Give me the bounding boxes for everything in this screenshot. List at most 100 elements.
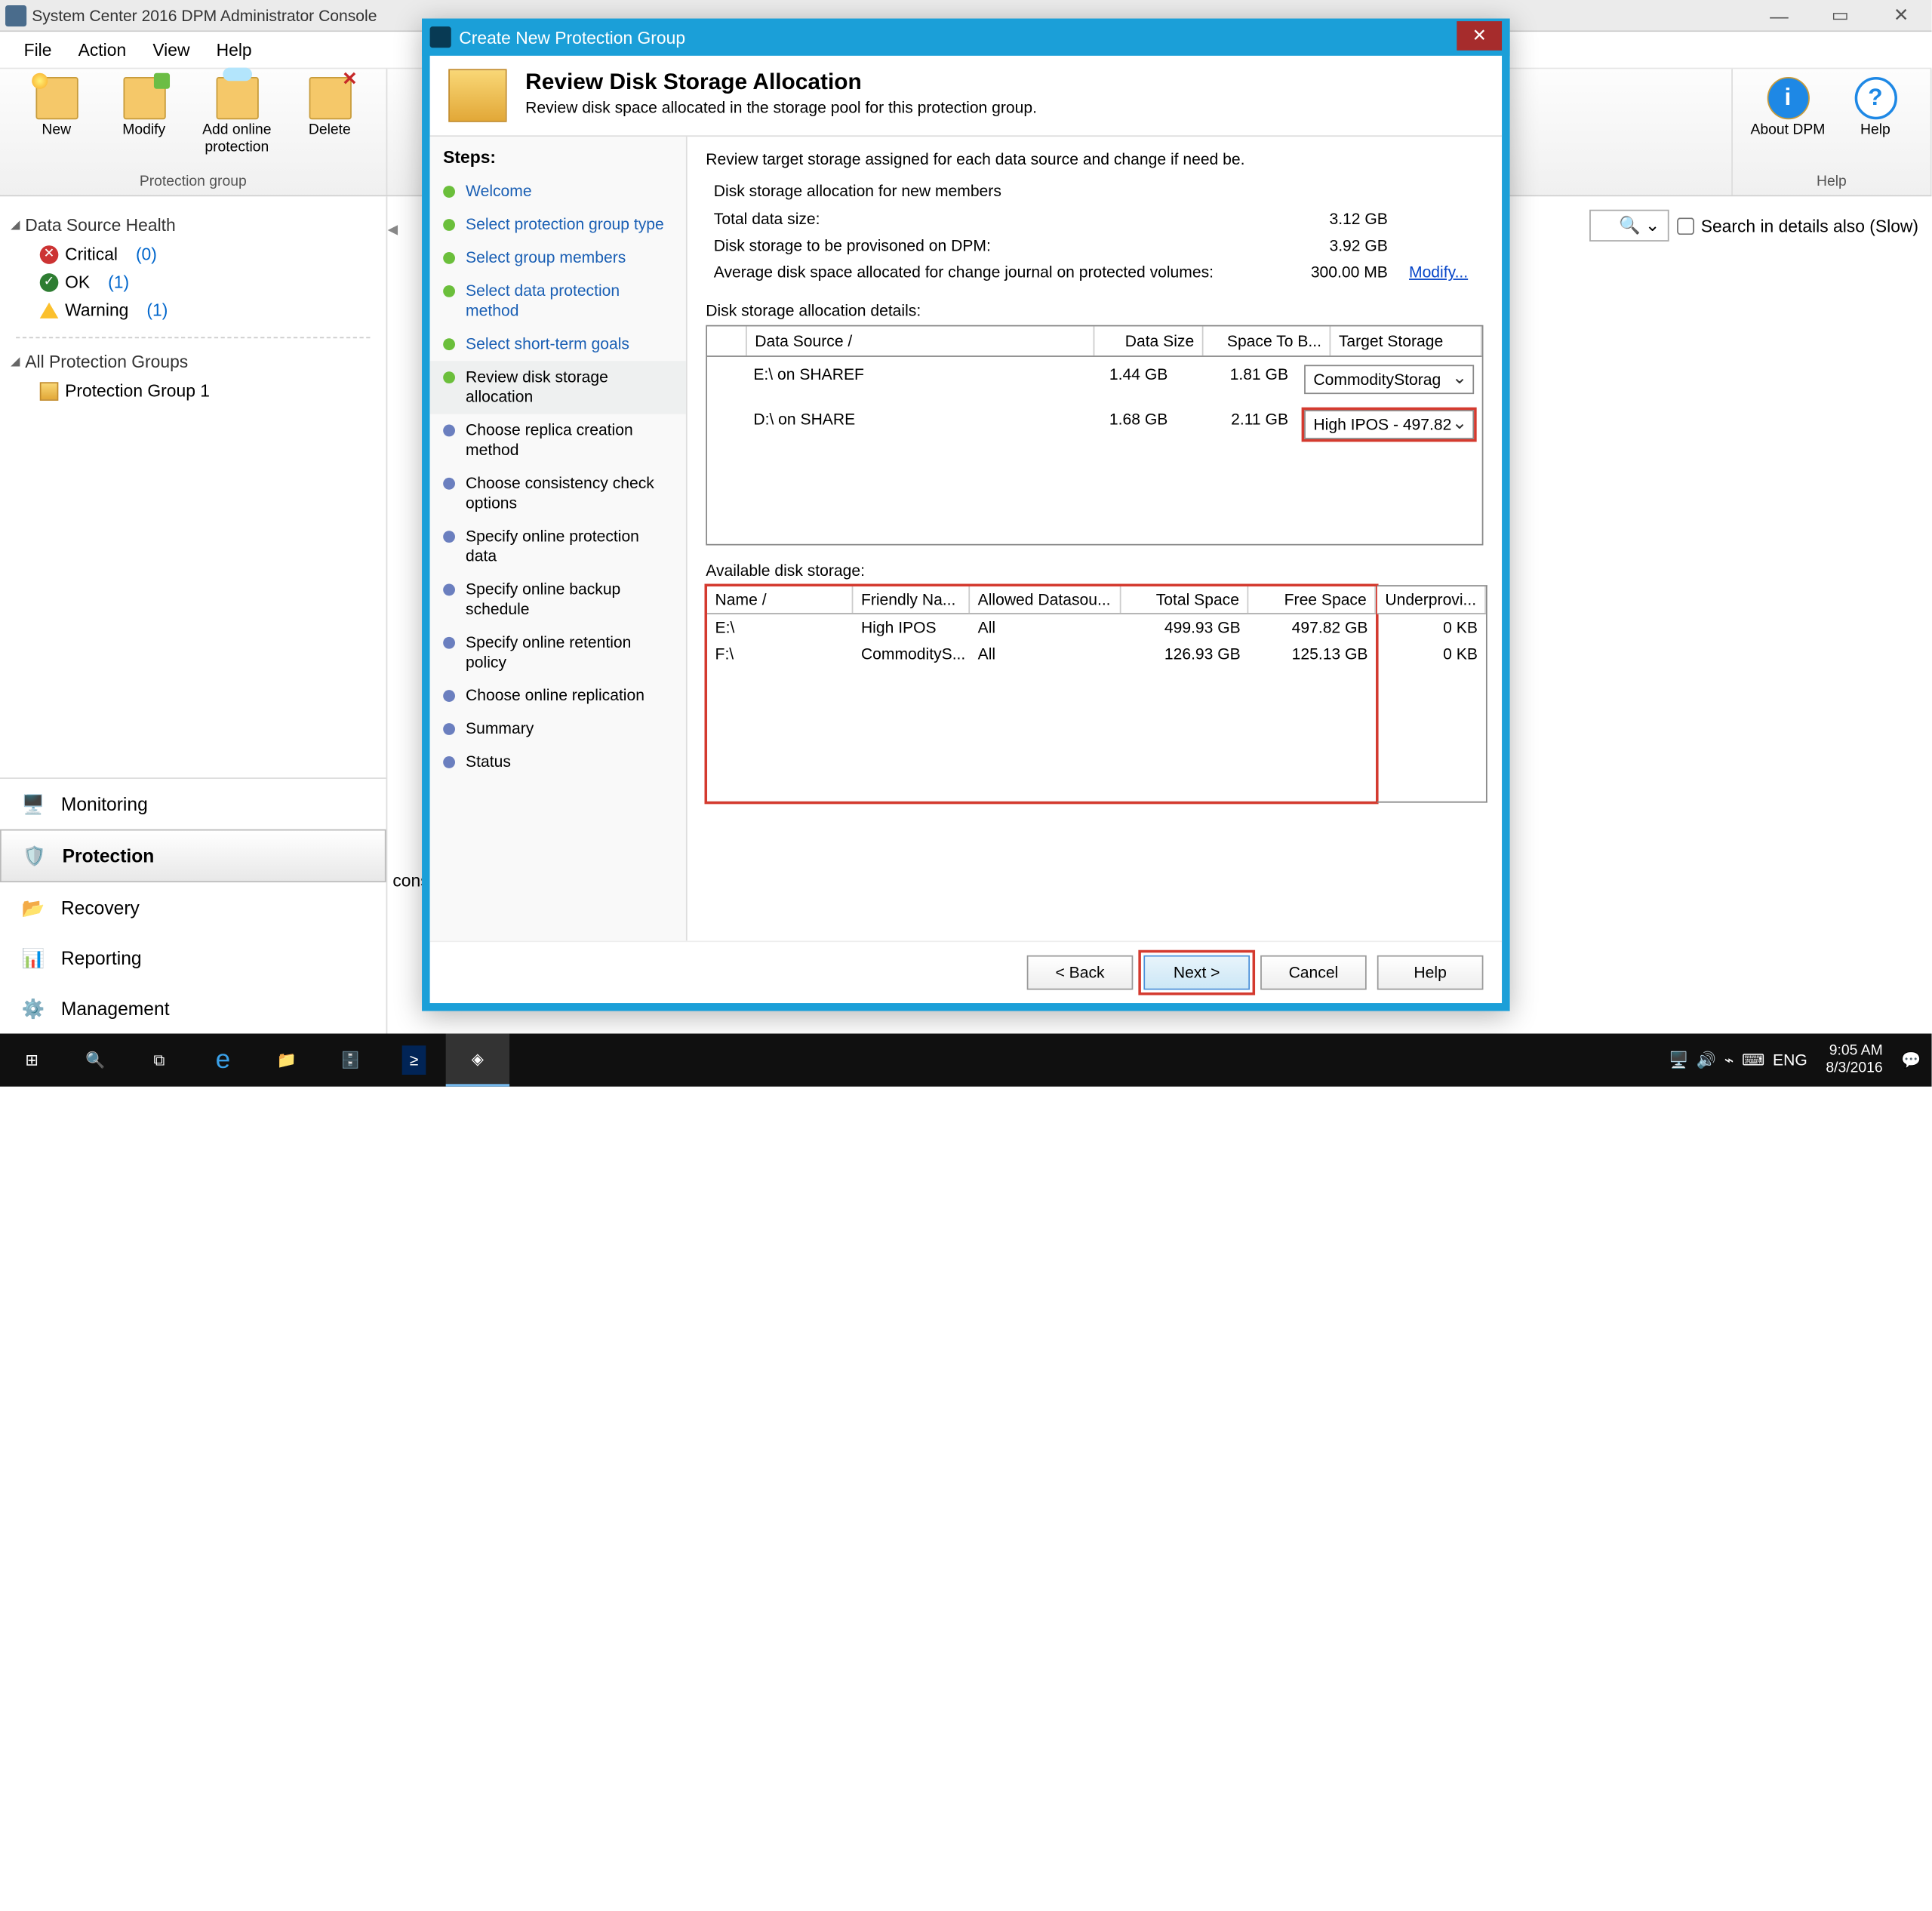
dialog-icon: [430, 26, 451, 48]
nav-management[interactable]: ⚙️Management: [0, 983, 386, 1034]
toolbar-modify[interactable]: Modify: [100, 77, 188, 140]
ie-taskbar-icon[interactable]: e: [191, 1033, 254, 1086]
dialog-close-button[interactable]: ✕: [1457, 21, 1502, 51]
next-button[interactable]: Next >: [1143, 956, 1250, 990]
toolbar-about[interactable]: iAbout DPM: [1744, 77, 1832, 140]
health-warning[interactable]: Warning (1): [11, 296, 375, 324]
col-space-to-be[interactable]: Space To B...: [1204, 326, 1331, 355]
step-protection-method[interactable]: Select data protection method: [430, 275, 686, 328]
disk-provisioned-label: Disk storage to be provisoned on DPM:: [714, 236, 1284, 255]
cancel-button[interactable]: Cancel: [1260, 956, 1367, 990]
dialog-heading: Review Disk Storage Allocation: [525, 69, 1037, 95]
folder-icon: [448, 69, 506, 122]
storage-row[interactable]: E:\ High IPOS All 499.93 GB 497.82 GB: [707, 614, 1376, 641]
maximize-button[interactable]: ▭: [1810, 0, 1871, 31]
target-storage-select[interactable]: High IPOS - 497.82: [1304, 410, 1474, 439]
server-manager-taskbar-icon[interactable]: 🗄️: [318, 1033, 382, 1086]
app-icon: [5, 5, 26, 26]
toolbar-add-online-protection[interactable]: Add online protection: [188, 77, 286, 157]
toolbar-help[interactable]: ?Help: [1832, 77, 1919, 140]
toolbar-delete[interactable]: Delete: [286, 77, 374, 140]
col-total-space[interactable]: Total Space: [1121, 586, 1249, 613]
protection-groups-header[interactable]: All Protection Groups: [11, 352, 375, 371]
search-details-checkbox[interactable]: Search in details also (Slow): [1677, 216, 1918, 235]
allocation-row[interactable]: D:\ on SHARE 1.68 GB 2.11 GB High IPOS -…: [707, 402, 1482, 448]
monitor-icon: 🖥️: [19, 789, 48, 819]
nav-protection[interactable]: 🛡️Protection: [0, 829, 386, 882]
col-target-storage[interactable]: Target Storage: [1331, 326, 1481, 355]
step-online-protection-data: Specify online protection data: [430, 520, 686, 573]
protection-group-item[interactable]: Protection Group 1: [11, 377, 375, 405]
menu-help[interactable]: Help: [203, 40, 265, 60]
total-data-size-label: Total data size:: [714, 210, 1284, 229]
total-data-size-value: 3.12 GB: [1284, 210, 1404, 229]
menu-action[interactable]: Action: [65, 40, 140, 60]
toolbar-group-label: Protection group: [140, 171, 247, 195]
tray-clock[interactable]: 9:05 AM 8/3/2016: [1815, 1042, 1893, 1077]
tray-usb-icon[interactable]: ⌁: [1724, 1051, 1734, 1069]
health-ok[interactable]: ✓OK (1): [11, 268, 375, 296]
help-button[interactable]: Help: [1377, 956, 1484, 990]
col-data-size[interactable]: Data Size: [1094, 326, 1203, 355]
col-allowed-datasources[interactable]: Allowed Datasou...: [970, 586, 1121, 613]
col-friendly-name[interactable]: Friendly Na...: [853, 586, 970, 613]
change-journal-value: 300.00 MB: [1284, 263, 1404, 282]
col-underprovisioned[interactable]: Underprovi...: [1377, 586, 1486, 613]
nav-recovery[interactable]: 📂Recovery: [0, 882, 386, 933]
back-button[interactable]: < Back: [1027, 956, 1134, 990]
search-icon: 🔍: [1619, 215, 1640, 236]
available-storage-label: Available disk storage:: [706, 562, 1483, 580]
explorer-taskbar-icon[interactable]: 📁: [255, 1033, 318, 1086]
allocation-header: Disk storage allocation for new members: [714, 182, 1475, 201]
col-data-source[interactable]: Data Source /: [747, 326, 1095, 355]
dialog-subheading: Review disk space allocated in the stora…: [525, 98, 1037, 117]
tray-volume-icon[interactable]: 🔊: [1697, 1051, 1716, 1069]
minimize-button[interactable]: —: [1749, 0, 1810, 31]
step-online-retention: Specify online retention policy: [430, 626, 686, 679]
dpm-taskbar-icon[interactable]: ◈: [446, 1033, 509, 1086]
tray-language[interactable]: ENG: [1773, 1051, 1807, 1069]
menu-view[interactable]: View: [140, 40, 203, 60]
step-replica-creation: Choose replica creation method: [430, 414, 686, 466]
modify-link[interactable]: Modify...: [1409, 263, 1475, 282]
step-review-disk-storage[interactable]: Review disk storage allocation: [430, 361, 686, 414]
powershell-taskbar-icon[interactable]: ≥: [382, 1033, 445, 1086]
window-title: System Center 2016 DPM Administrator Con…: [32, 6, 377, 25]
tray-network-icon[interactable]: 🖥️: [1669, 1051, 1688, 1069]
data-source-health-header[interactable]: Data Source Health: [11, 215, 375, 235]
step-group-type[interactable]: Select protection group type: [430, 208, 686, 242]
nav-monitoring[interactable]: 🖥️Monitoring: [0, 779, 386, 829]
toolbar-group-help-label: Help: [1817, 171, 1847, 195]
tray-keyboard-icon[interactable]: ⌨: [1742, 1051, 1764, 1069]
step-consistency-check: Choose consistency check options: [430, 467, 686, 520]
step-online-replication: Choose online replication: [430, 679, 686, 712]
col-name[interactable]: Name /: [707, 586, 853, 613]
col-free-space[interactable]: Free Space: [1248, 586, 1376, 613]
target-storage-select[interactable]: CommodityStorag: [1304, 365, 1474, 394]
reporting-icon: 📊: [19, 943, 48, 973]
menu-file[interactable]: File: [11, 40, 65, 60]
storage-row[interactable]: F:\ CommodityS... All 126.93 GB 125.13 G…: [707, 641, 1376, 667]
tray-notifications-icon[interactable]: 💬: [1901, 1051, 1921, 1069]
allocation-row[interactable]: E:\ on SHAREF 1.44 GB 1.81 GB CommodityS…: [707, 357, 1482, 402]
step-group-members[interactable]: Select group members: [430, 242, 686, 275]
search-task-button[interactable]: 🔍: [63, 1033, 127, 1086]
allocation-details-grid: Data Source / Data Size Space To B... Ta…: [706, 325, 1483, 546]
available-storage-grid: Name / Friendly Na... Allowed Datasou...…: [706, 585, 1377, 802]
close-button[interactable]: ✕: [1871, 0, 1932, 31]
nav-reporting[interactable]: 📊Reporting: [0, 933, 386, 983]
change-journal-label: Average disk space allocated for change …: [714, 263, 1284, 282]
task-view-button[interactable]: ⧉: [128, 1033, 191, 1086]
toolbar-new[interactable]: New: [13, 77, 100, 140]
gear-icon: ⚙️: [19, 994, 48, 1023]
step-summary: Summary: [430, 712, 686, 746]
start-button[interactable]: ⊞: [0, 1033, 63, 1086]
step-welcome[interactable]: Welcome: [430, 175, 686, 208]
details-label: Disk storage allocation details:: [706, 301, 1483, 320]
steps-label: Steps:: [430, 147, 686, 175]
search-input[interactable]: 🔍 ⌄: [1589, 210, 1669, 242]
warning-icon: [40, 302, 59, 318]
recovery-icon: 📂: [19, 893, 48, 922]
step-short-term-goals[interactable]: Select short-term goals: [430, 328, 686, 361]
health-critical[interactable]: ✕Critical (0): [11, 240, 375, 268]
